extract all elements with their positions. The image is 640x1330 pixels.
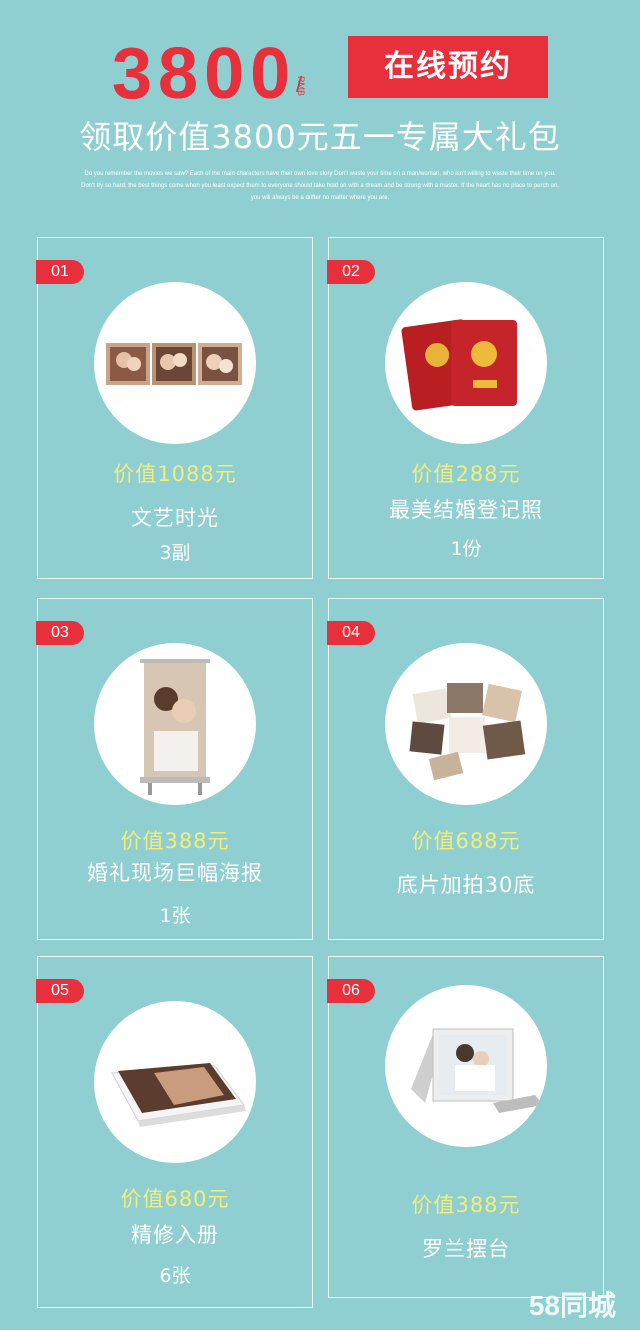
english-paragraph: Do you remember the movies we saw? Each … — [81, 171, 559, 201]
photo-frame-stand-icon — [411, 1028, 543, 1113]
gift-card-02[interactable]: 02 价值288元 最美结婚登记照 1份 — [327, 237, 604, 579]
card-number: 02 — [327, 260, 375, 284]
card-number: 01 — [36, 260, 84, 284]
gift-card-04[interactable]: 04 价值688元 底片加拍30底 — [327, 598, 604, 940]
marriage-certificate-icon — [401, 319, 517, 411]
card-image — [94, 282, 256, 444]
card-image — [94, 1001, 256, 1163]
card-price: 价值288元 — [411, 462, 521, 486]
card-image — [385, 282, 547, 444]
card-number: 04 — [327, 621, 375, 645]
photo-album-icon — [111, 1063, 246, 1127]
card-name: 文艺时光 — [131, 506, 219, 530]
card-image — [385, 643, 547, 805]
card-price: 价值680元 — [120, 1187, 230, 1211]
card-number: 05 — [36, 979, 84, 1003]
gift-card-06[interactable]: 06 价值388元 罗兰摆台 — [327, 956, 604, 1298]
card-name: 底片加拍30底 — [396, 873, 536, 897]
card-name: 精修入册 — [131, 1223, 219, 1247]
card-image — [385, 985, 547, 1147]
gift-card-03[interactable]: 03 价值388元 婚礼现场巨幅海报 1张 — [36, 598, 313, 940]
card-image — [94, 643, 256, 805]
card-price: 价值388元 — [120, 829, 230, 853]
card-price: 价值1088元 — [113, 462, 237, 486]
scattered-photos-icon — [409, 683, 526, 781]
big-price: 3800 — [112, 34, 297, 114]
page-subtitle: 领取价值3800元五一专属大礼包 — [79, 118, 561, 156]
rmb-label: RMB — [296, 76, 306, 96]
card-number: 06 — [327, 979, 375, 1003]
card-qty: 1份 — [450, 538, 482, 560]
watermark-logo: 58同城 — [528, 1290, 616, 1321]
card-qty: 1张 — [159, 905, 191, 927]
card-price: 价值688元 — [411, 829, 521, 853]
card-name: 罗兰摆台 — [422, 1237, 510, 1261]
couple-photos-icon — [106, 343, 242, 385]
gift-card-01[interactable]: 01 价值1088元 文艺时光 3副 — [36, 237, 313, 579]
book-online-button[interactable]: 在线预约 — [348, 36, 548, 98]
card-name: 婚礼现场巨幅海报 — [87, 861, 263, 885]
card-qty: 6张 — [159, 1265, 191, 1287]
header: 3800 / RMB 在线预约 领取价值3800元五一专属大礼包 Do you … — [0, 0, 640, 230]
card-price: 价值388元 — [411, 1193, 521, 1217]
card-name: 最美结婚登记照 — [389, 498, 543, 522]
card-number: 03 — [36, 621, 84, 645]
gift-card-05[interactable]: 05 价值680元 精修入册 6张 — [36, 956, 313, 1308]
card-qty: 3副 — [159, 542, 191, 564]
rollup-poster-icon — [140, 659, 210, 795]
